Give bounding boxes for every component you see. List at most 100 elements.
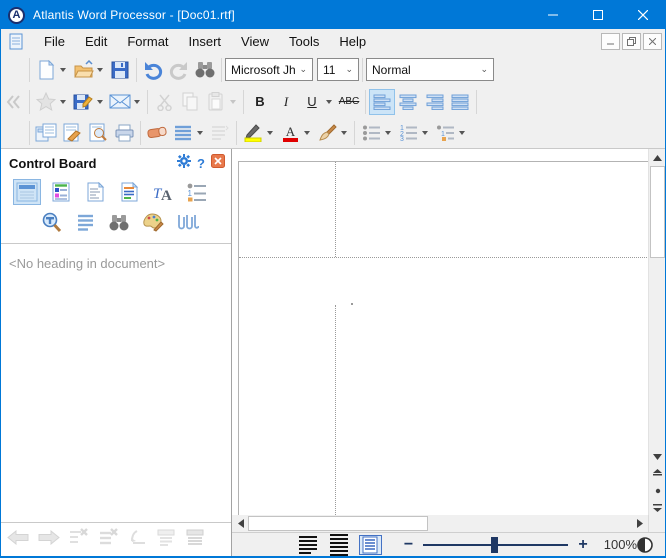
full-list-button[interactable] (185, 529, 205, 551)
page-layout-view-button[interactable] (359, 535, 382, 555)
control-board-close-button[interactable] (211, 154, 225, 173)
print-preview-button[interactable] (85, 120, 111, 146)
vertical-scrollbar[interactable] (648, 149, 665, 515)
page-setup-button[interactable] (59, 120, 85, 146)
zoom-slider[interactable] (423, 537, 568, 553)
favorites-dropdown[interactable] (60, 100, 66, 104)
multilevel-list-button[interactable]: 1 (432, 120, 458, 146)
bold-button[interactable]: B (247, 89, 273, 115)
cb-clips-button[interactable] (173, 209, 201, 235)
underline-button[interactable]: U (299, 89, 325, 115)
menu-edit[interactable]: Edit (75, 31, 117, 52)
numbered-list-button[interactable]: 123 (395, 120, 421, 146)
remove-heading-button[interactable] (69, 528, 90, 551)
document-canvas[interactable] (232, 149, 648, 515)
font-name-combo[interactable]: Microsoft Jh ⌄ (225, 58, 313, 81)
select-browse-object-button[interactable] (649, 482, 666, 499)
bullet-list-button[interactable] (358, 120, 384, 146)
bullet-list-dropdown[interactable] (385, 131, 391, 135)
paragraph-style-button[interactable] (207, 120, 233, 146)
paste-dropdown[interactable] (230, 100, 236, 104)
highlight-button[interactable] (240, 120, 266, 146)
format-painter-button[interactable] (314, 120, 340, 146)
new-document-button[interactable] (33, 57, 59, 83)
menu-tools[interactable]: Tools (279, 31, 329, 52)
copy-button[interactable] (177, 89, 203, 115)
justify-button[interactable] (447, 89, 473, 115)
horizontal-scrollbar[interactable] (232, 515, 648, 532)
cb-headings-button[interactable] (47, 179, 75, 205)
align-center-button[interactable] (395, 89, 421, 115)
nav-forward-button[interactable] (38, 530, 60, 550)
strikethrough-button[interactable]: ABC (336, 89, 362, 115)
control-board-settings-button[interactable] (177, 154, 191, 173)
print-button[interactable] (111, 120, 137, 146)
multilevel-list-dropdown[interactable] (459, 131, 465, 135)
document-system-icon[interactable] (9, 33, 24, 50)
format-painter-dropdown[interactable] (341, 131, 347, 135)
cb-find-button[interactable] (105, 209, 133, 235)
document-page[interactable] (238, 161, 648, 515)
menu-format[interactable]: Format (117, 31, 178, 52)
cb-paragraphs-button[interactable] (71, 209, 99, 235)
scroll-right-button[interactable] (631, 515, 648, 532)
favorites-button[interactable] (33, 89, 59, 115)
align-right-button[interactable] (421, 89, 447, 115)
find-button[interactable] (192, 57, 218, 83)
redo-button[interactable] (166, 57, 192, 83)
open-button[interactable] (70, 57, 96, 83)
cb-document-sections-button[interactable] (81, 179, 109, 205)
mdi-restore-button[interactable] (622, 33, 641, 50)
zoom-slider-thumb[interactable] (491, 537, 498, 553)
menu-view[interactable]: View (231, 31, 279, 52)
line-spacing-button[interactable] (170, 120, 196, 146)
italic-button[interactable]: I (273, 89, 299, 115)
font-color-dropdown[interactable] (304, 131, 310, 135)
line-spacing-dropdown[interactable] (197, 131, 203, 135)
scroll-left-button[interactable] (232, 515, 249, 532)
cb-styles-button[interactable] (115, 179, 143, 205)
cb-colors-button[interactable] (139, 209, 167, 235)
font-size-combo[interactable]: 11 ⌄ (317, 58, 359, 81)
collapse-toolbar-left-button[interactable] (6, 94, 21, 110)
scroll-up-button[interactable] (649, 149, 666, 166)
minimize-button[interactable] (530, 1, 575, 29)
numbered-list-dropdown[interactable] (422, 131, 428, 135)
cut-button[interactable] (151, 89, 177, 115)
zoom-in-button[interactable]: + (578, 536, 587, 554)
close-button[interactable] (620, 1, 665, 29)
zoom-out-button[interactable]: − (404, 536, 413, 554)
menu-insert[interactable]: Insert (179, 31, 232, 52)
demote-heading-button[interactable] (129, 529, 147, 550)
online-view-button[interactable] (327, 535, 350, 555)
next-page-button[interactable] (649, 499, 666, 516)
cb-fonts-button[interactable]: TA (149, 179, 177, 205)
email-dropdown[interactable] (134, 100, 140, 104)
style-combo[interactable]: Normal ⌄ (366, 58, 494, 81)
cb-zoom-button[interactable] (37, 209, 65, 235)
control-board-help-button[interactable]: ? (197, 156, 205, 171)
vertical-scroll-thumb[interactable] (650, 166, 665, 258)
nav-back-button[interactable] (7, 530, 29, 550)
menu-file[interactable]: File (34, 31, 75, 52)
paste-button[interactable] (203, 89, 229, 115)
open-dropdown[interactable] (97, 68, 103, 72)
scroll-down-button[interactable] (649, 448, 666, 465)
mdi-close-button[interactable] (643, 33, 662, 50)
maximize-button[interactable] (575, 1, 620, 29)
headings-tree-area[interactable] (1, 271, 231, 522)
contrast-toggle-button[interactable] (637, 537, 653, 553)
align-left-button[interactable] (369, 89, 395, 115)
save-special-dropdown[interactable] (97, 100, 103, 104)
menu-help[interactable]: Help (329, 31, 376, 52)
horizontal-scroll-thumb[interactable] (248, 516, 428, 531)
highlight-dropdown[interactable] (267, 131, 273, 135)
remove-all-headings-button[interactable] (99, 528, 120, 551)
heading-list-button[interactable] (156, 529, 176, 551)
draft-view-button[interactable] (296, 535, 319, 555)
font-color-button[interactable]: A (277, 120, 303, 146)
new-document-dropdown[interactable] (60, 68, 66, 72)
cb-overview-button[interactable] (13, 179, 41, 205)
mdi-minimize-button[interactable] (601, 33, 620, 50)
eraser-button[interactable] (144, 120, 170, 146)
